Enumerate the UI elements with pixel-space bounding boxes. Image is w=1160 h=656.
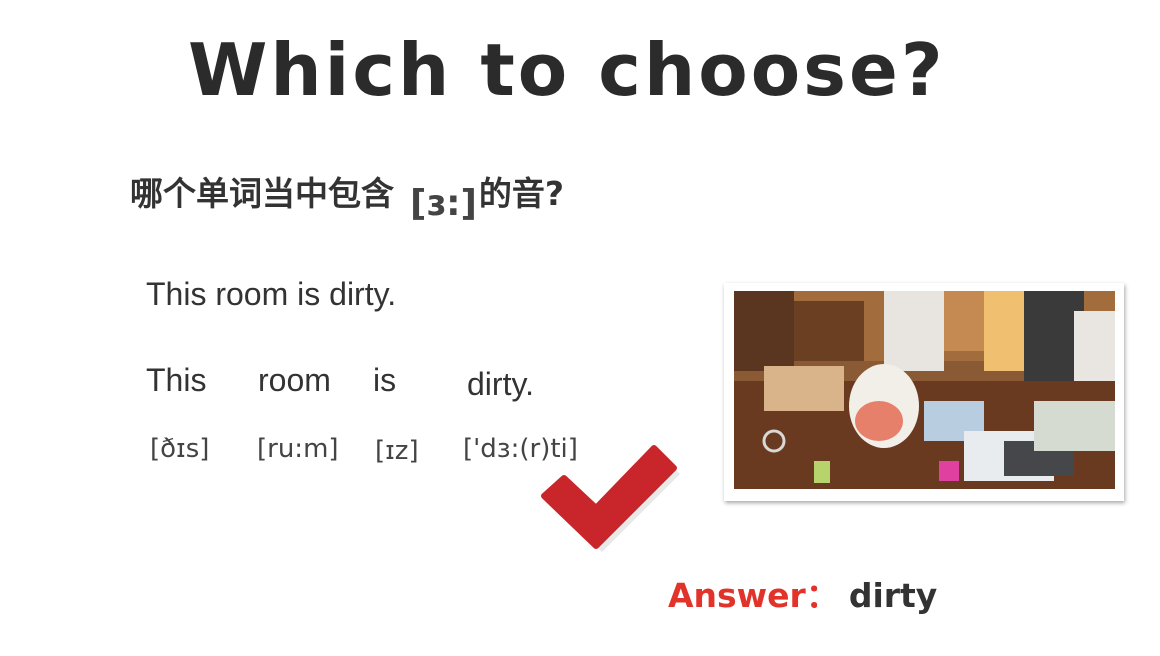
answer: Answer： dirty [668, 576, 938, 615]
example-sentence: This room is dirty. [146, 276, 397, 312]
messy-room-image [734, 291, 1115, 489]
question-text-after: 的音? [478, 174, 565, 213]
question: 哪个单词当中包含 [ɜ:]的音? [130, 174, 565, 222]
slide-title: Which to choose? [188, 28, 946, 112]
ipa-this: [ðɪs] [150, 434, 210, 464]
word-room: room [258, 362, 331, 398]
ipa-is: [ɪz] [375, 436, 419, 466]
question-text-before: 哪个单词当中包含 [130, 174, 394, 213]
question-phonetic-symbol: [ɜ:] [410, 183, 477, 224]
messy-room-photo [724, 283, 1124, 501]
check-icon [541, 445, 680, 552]
answer-label: Answer： [668, 576, 839, 615]
word-dirty: dirty. [467, 366, 534, 402]
ipa-room: [ru:m] [257, 434, 339, 464]
word-is: is [373, 362, 397, 398]
word-this: This [146, 362, 207, 398]
answer-value: dirty [848, 576, 938, 615]
